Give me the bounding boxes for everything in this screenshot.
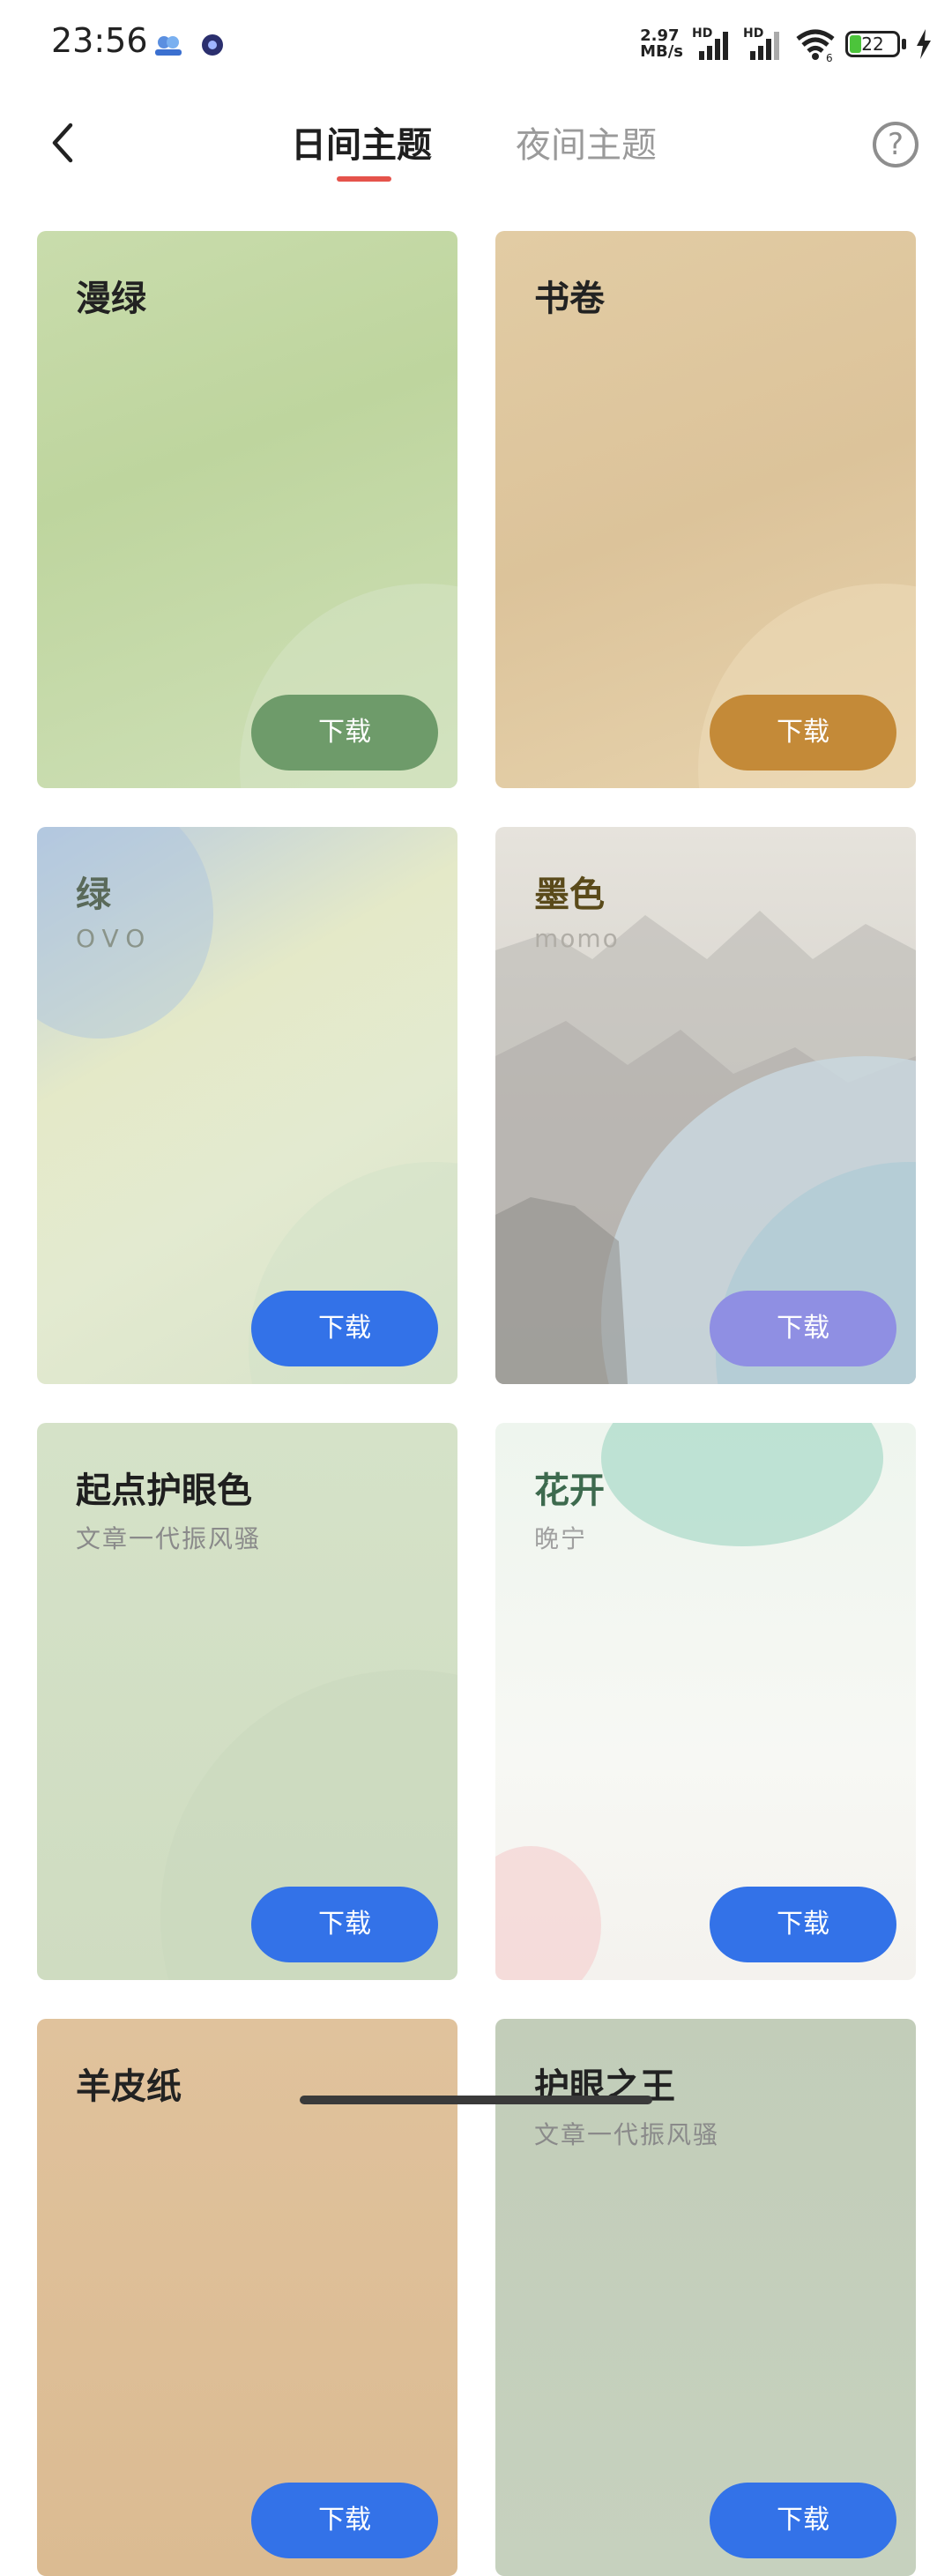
- battery-icon: 22: [845, 31, 900, 57]
- download-button[interactable]: 下载: [251, 2483, 438, 2558]
- theme-title: 漫绿: [76, 279, 146, 319]
- theme-card-1[interactable]: 漫绿 下载: [37, 231, 457, 788]
- download-button[interactable]: 下载: [710, 2483, 896, 2558]
- theme-title: 书卷: [534, 279, 605, 319]
- tab-night-theme[interactable]: 夜间主题: [516, 116, 657, 168]
- download-button[interactable]: 下载: [251, 695, 438, 771]
- app-notification-icon: [202, 34, 223, 56]
- cloud-app-icon: [155, 36, 182, 56]
- theme-title: 绿: [76, 875, 111, 915]
- status-icons: 2.97 MB/s HD HD 6 22: [640, 25, 933, 63]
- back-arrow-icon[interactable]: [44, 116, 88, 169]
- status-bar: 23:56 2.97 MB/s HD HD 6 22: [0, 0, 952, 88]
- theme-author: 晚宁: [534, 1524, 588, 1553]
- theme-author: OVO: [76, 924, 152, 953]
- clock: 23:56: [51, 21, 148, 60]
- charging-icon: [917, 29, 931, 59]
- active-tab-indicator: [337, 176, 391, 182]
- theme-title: 起点护眼色: [76, 1470, 252, 1511]
- battery-tip: [902, 39, 906, 49]
- download-button[interactable]: 下载: [710, 1887, 896, 1962]
- download-button[interactable]: 下载: [251, 1291, 438, 1366]
- network-speed: 2.97 MB/s: [640, 26, 683, 61]
- download-button[interactable]: 下载: [251, 1887, 438, 1962]
- theme-card-2[interactable]: 书卷 下载: [495, 231, 916, 788]
- svg-text:6: 6: [826, 52, 833, 62]
- theme-title: 花开: [534, 1470, 605, 1511]
- signal-1-icon: HD: [692, 26, 734, 62]
- theme-card-6[interactable]: 花开 晚宁 下载: [495, 1423, 916, 1980]
- wifi-icon: 6: [796, 29, 835, 62]
- theme-card-4[interactable]: 墨色 momo 下载: [495, 827, 916, 1384]
- theme-card-5[interactable]: 起点护眼色 文章一代振风骚 下载: [37, 1423, 457, 1980]
- download-button[interactable]: 下载: [710, 695, 896, 771]
- home-indicator[interactable]: [300, 2096, 652, 2104]
- download-button[interactable]: 下载: [710, 1291, 896, 1366]
- theme-card-3[interactable]: 绿 OVO 下载: [37, 827, 457, 1384]
- theme-title: 墨色: [534, 875, 605, 915]
- help-icon[interactable]: ?: [873, 122, 919, 168]
- theme-title: 羊皮纸: [76, 2066, 182, 2107]
- card-decoration: [495, 1846, 601, 1980]
- theme-author: 文章一代振风骚: [534, 2120, 720, 2149]
- theme-author: 文章一代振风骚: [76, 1524, 262, 1553]
- card-decoration: [601, 1423, 883, 1546]
- signal-2-icon: HD: [743, 26, 785, 62]
- tab-day-theme[interactable]: 日间主题: [291, 116, 432, 168]
- theme-author: momo: [534, 924, 620, 953]
